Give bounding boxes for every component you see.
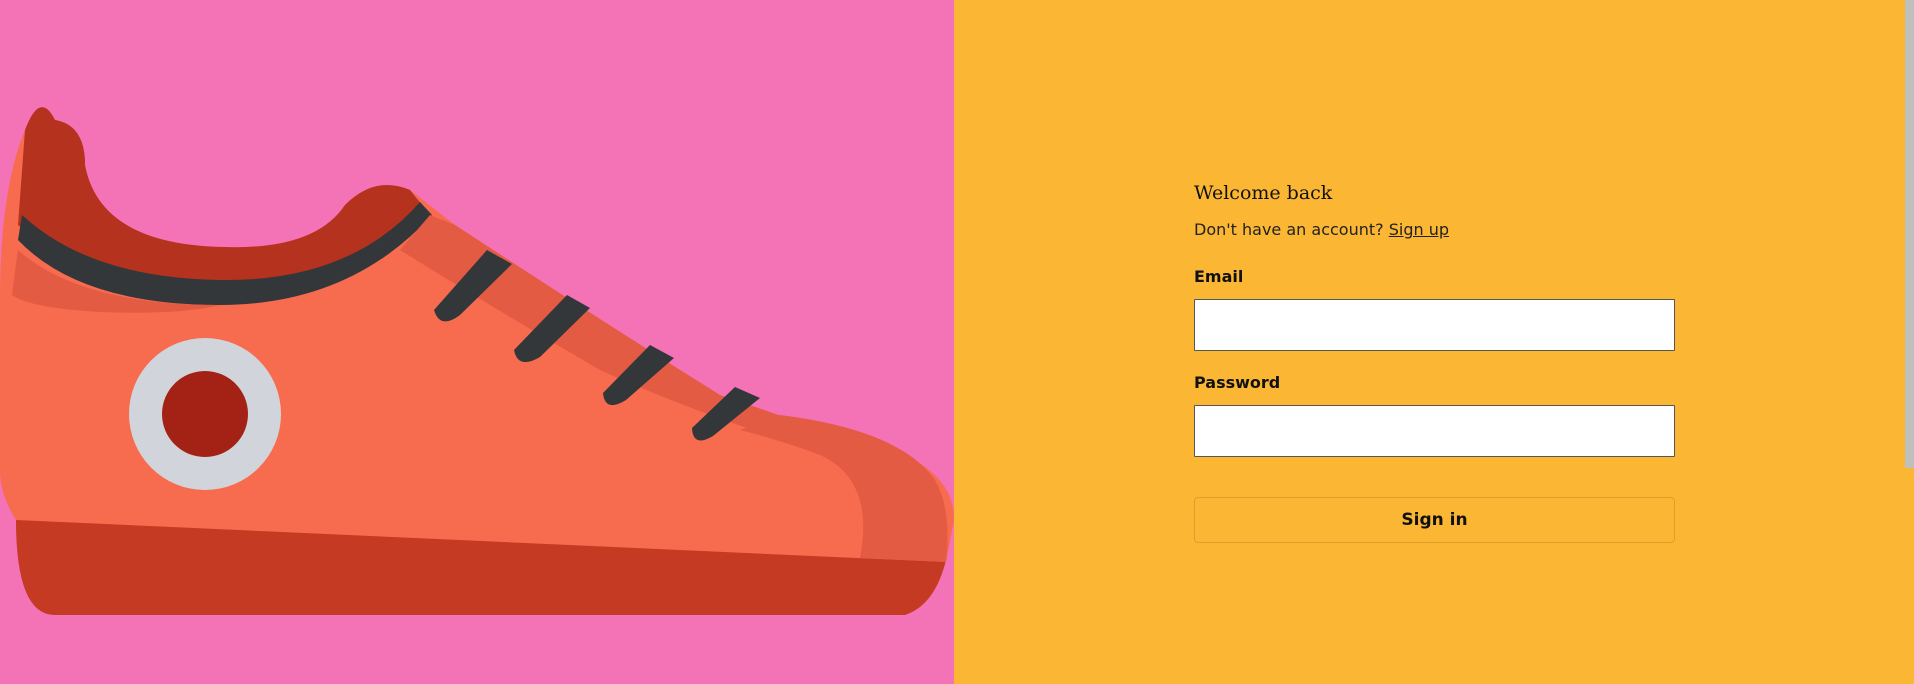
password-field[interactable] [1194,405,1675,458]
email-label: Email [1194,267,1244,287]
hero-panel [0,0,954,684]
signup-prompt-text: Don't have an account? [1194,220,1384,239]
login-panel: Welcome back Don't have an account? Sign… [954,0,1914,684]
signup-link[interactable]: Sign up [1389,220,1449,239]
login-form: Welcome back Don't have an account? Sign… [1194,182,1675,544]
password-label: Password [1194,373,1281,393]
password-field-group: Password [1194,373,1675,458]
scrollbar[interactable] [1905,0,1914,468]
login-page: Welcome back Don't have an account? Sign… [0,0,1914,684]
sneaker-illustration [0,107,954,615]
sign-in-button[interactable]: Sign in [1194,497,1675,544]
email-field[interactable] [1194,299,1675,352]
email-field-group: Email [1194,267,1675,352]
signup-prompt: Don't have an account? Sign up [1194,220,1675,239]
page-title: Welcome back [1194,182,1333,204]
